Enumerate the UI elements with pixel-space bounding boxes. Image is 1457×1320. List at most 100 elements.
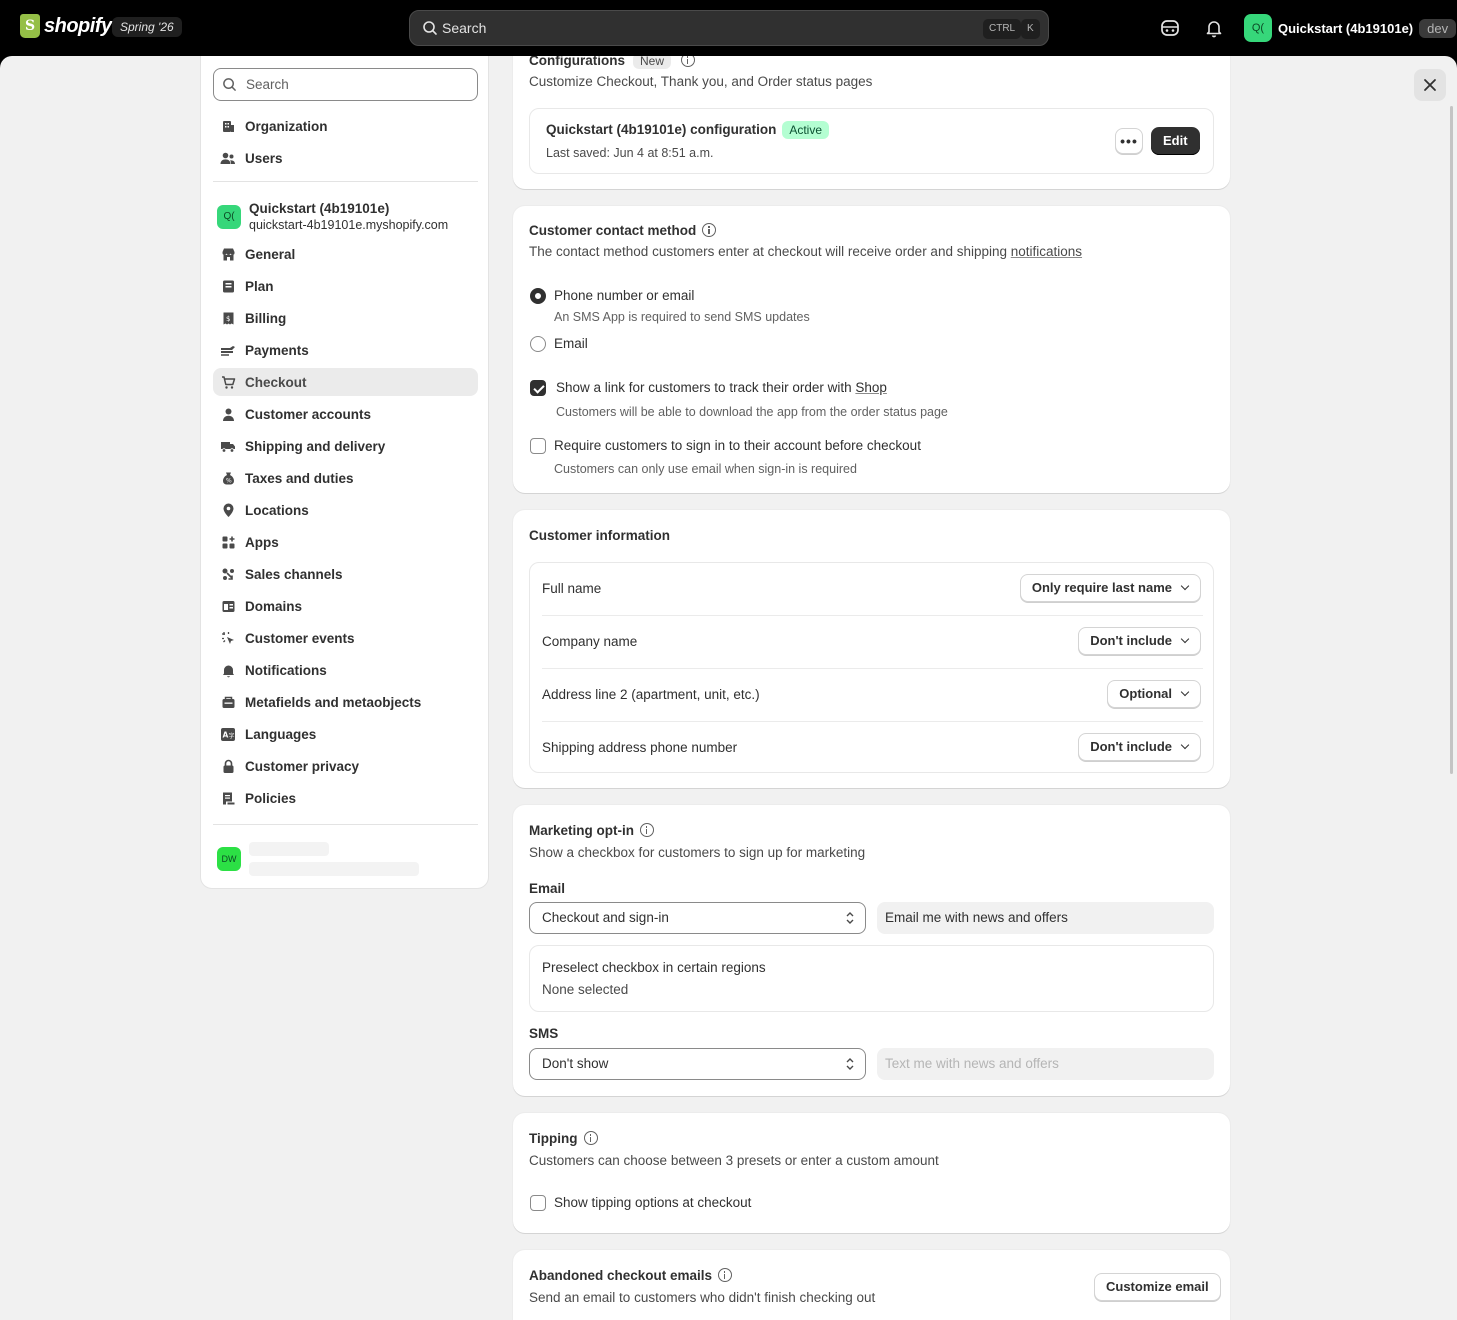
info-icon[interactable] (640, 823, 654, 837)
sidebar-item-label: Organization (245, 118, 328, 134)
row-company-name-label: Company name (542, 634, 638, 649)
sidebar-item-customer-events[interactable]: Customer events (213, 624, 478, 652)
settings-search-input[interactable]: Search (213, 68, 478, 101)
info-icon[interactable] (702, 223, 717, 237)
store-icon (220, 246, 236, 262)
more-actions-button[interactable]: ••• (1115, 128, 1143, 154)
address2-dropdown[interactable]: Optional (1107, 680, 1201, 708)
row-divider (542, 721, 1203, 722)
sidebar-item-label: Languages (245, 726, 317, 742)
sidebar-item-label: Notifications (245, 662, 327, 678)
checkbox-require-signin-help: Customers can only use email when sign-i… (554, 462, 857, 476)
metafields-icon (220, 694, 236, 710)
sidekick-icon[interactable] (1158, 16, 1182, 40)
sidebar-item-locations[interactable]: Locations (213, 496, 478, 524)
sidebar-item-checkout[interactable]: Checkout (213, 368, 478, 396)
configurations-subtitle: Customize Checkout, Thank you, and Order… (529, 74, 873, 89)
close-button[interactable] (1414, 69, 1446, 101)
preselect-regions[interactable]: Preselect checkbox in certain regions No… (529, 945, 1214, 1012)
sidebar-item-billing[interactable]: $ Billing (213, 304, 478, 332)
radio-email[interactable] (530, 336, 546, 352)
billing-icon: $ (220, 310, 236, 326)
checkbox-tipping-label[interactable]: Show tipping options at checkout (554, 1195, 751, 1210)
marketing-title: Marketing opt-in (529, 823, 654, 838)
global-search[interactable]: Search CTRL K (409, 10, 1049, 46)
edition-badge[interactable]: Spring '26 (112, 17, 182, 37)
configurations-title: Configurations New (529, 56, 696, 69)
sidebar-item-users[interactable]: Users (213, 144, 478, 172)
checkbox-shop-link-label[interactable]: Show a link for customers to track their… (556, 380, 887, 395)
checkbox-tipping[interactable] (530, 1195, 546, 1211)
search-icon (223, 78, 236, 91)
select-arrows-icon (846, 912, 854, 924)
checkbox-require-signin[interactable] (530, 438, 546, 454)
radio-phone-label[interactable]: Phone number or email (554, 288, 694, 303)
sidebar-item-languages[interactable]: A 字 Languages (213, 720, 478, 748)
svg-text:字: 字 (229, 732, 235, 740)
edit-button[interactable]: Edit (1151, 127, 1200, 155)
radio-phone-or-email[interactable] (530, 288, 546, 304)
sidebar-item-general[interactable]: General (213, 240, 478, 268)
payments-icon (220, 342, 236, 358)
sidebar-item-shipping-and-delivery[interactable]: Shipping and delivery (213, 432, 478, 460)
sidebar-item-domains[interactable]: Domains (213, 592, 478, 620)
radio-phone-help: An SMS App is required to send SMS updat… (554, 310, 810, 324)
sidebar-item-label: Policies (245, 790, 297, 806)
checkbox-shop-link[interactable] (530, 380, 546, 396)
customize-email-button[interactable]: Customize email (1094, 1273, 1221, 1301)
cursor-icon (220, 630, 236, 646)
sidebar-store[interactable]: Q( Quickstart (4b19101e) quickstart-4b19… (217, 201, 448, 232)
shopify-bag-icon (20, 14, 40, 38)
email-optin-value: Checkout and sign-in (542, 910, 669, 925)
notifications-link[interactable]: notifications (1011, 244, 1082, 259)
sidebar-item-customer-accounts[interactable]: Customer accounts (213, 400, 478, 428)
sidebar-item-customer-privacy[interactable]: Customer privacy (213, 752, 478, 780)
abandoned-title: Abandoned checkout emails (529, 1268, 733, 1283)
sidebar-item-taxes-and-duties[interactable]: % Taxes and duties (213, 464, 478, 492)
tipping-title: Tipping (529, 1131, 598, 1146)
sidebar-item-payments[interactable]: Payments (213, 336, 478, 364)
user-account[interactable]: DW (217, 842, 419, 876)
sidebar-item-sales-channels[interactable]: Sales channels (213, 560, 478, 588)
radio-email-label[interactable]: Email (554, 336, 588, 351)
settings-modal: Search Organization Users Q( Quickstart … (0, 56, 1457, 1320)
bell-icon[interactable] (1202, 16, 1226, 40)
apps-icon (220, 534, 236, 550)
select-arrows-icon (846, 1058, 854, 1070)
store-switcher[interactable]: Q( Quickstart (4b19101e) dev (1244, 14, 1457, 42)
sidebar-item-plan[interactable]: Plan (213, 272, 478, 300)
customer-info-title: Customer information (529, 528, 671, 543)
sidebar-item-metafields-and-metaobjects[interactable]: Metafields and metaobjects (213, 688, 478, 716)
full-name-dropdown[interactable]: Only require last name (1019, 574, 1201, 602)
company-name-dropdown[interactable]: Don't include (1078, 627, 1201, 655)
top-bar: shopify Spring '26 Search CTRL K Q( Quic… (0, 0, 1457, 56)
info-icon[interactable] (583, 1131, 598, 1145)
users-icon (220, 150, 236, 166)
row-shipping-phone-label: Shipping address phone number (542, 740, 738, 755)
email-checkbox-label-field[interactable]: Email me with news and offers (877, 902, 1214, 934)
marketing-subtitle: Show a checkbox for customers to sign up… (529, 845, 866, 860)
kbd-k: K (1021, 19, 1040, 39)
bell-icon (220, 662, 236, 678)
info-icon[interactable] (681, 56, 696, 67)
sms-optin-select[interactable]: Don't show (529, 1048, 866, 1080)
email-optin-select[interactable]: Checkout and sign-in (529, 902, 866, 934)
close-icon (1424, 79, 1436, 91)
sidebar-item-apps[interactable]: Apps (213, 528, 478, 556)
info-icon[interactable] (718, 1268, 733, 1282)
shop-link[interactable]: Shop (855, 380, 887, 395)
abandoned-subtitle: Send an email to customers who didn't fi… (529, 1290, 876, 1305)
sidebar-item-label: Customer privacy (245, 758, 360, 774)
row-full-name-label: Full name (542, 581, 602, 596)
checkbox-require-signin-label[interactable]: Require customers to sign in to their ac… (554, 438, 921, 453)
scrollbar[interactable] (1450, 106, 1453, 774)
building-icon (220, 118, 236, 134)
sidebar-item-organization[interactable]: Organization (213, 112, 478, 140)
lock-icon (220, 758, 236, 774)
shipping-phone-dropdown[interactable]: Don't include (1078, 733, 1201, 761)
sidebar-item-label: Metafields and metaobjects (245, 694, 422, 710)
shopify-logo[interactable]: shopify (20, 14, 112, 38)
sidebar-item-notifications[interactable]: Notifications (213, 656, 478, 684)
preselect-value: None selected (542, 982, 629, 997)
sidebar-item-policies[interactable]: Policies (213, 784, 478, 812)
